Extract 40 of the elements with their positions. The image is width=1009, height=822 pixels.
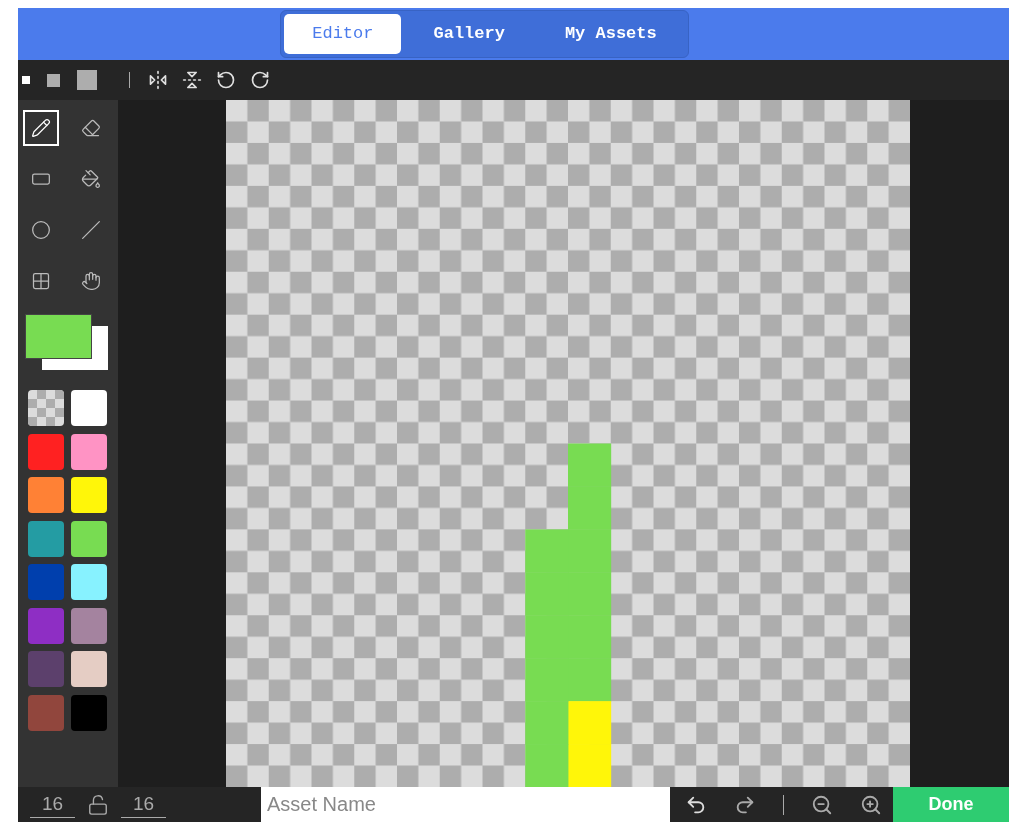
tool-button[interactable] [23, 110, 59, 146]
color-swatch[interactable] [28, 607, 64, 644]
circle-icon [31, 220, 51, 240]
color-swatch[interactable] [28, 651, 64, 687]
color-swatch[interactable] [28, 694, 64, 731]
tab[interactable]: Gallery [405, 14, 533, 54]
color-swatch[interactable] [71, 390, 107, 426]
background-color-swatch[interactable] [42, 326, 108, 370]
color-swatch[interactable] [28, 477, 64, 513]
eraser-icon [81, 118, 101, 138]
flip-horizontal-icon[interactable] [148, 70, 168, 90]
color-swatch[interactable] [71, 694, 107, 731]
foreground-color-swatch[interactable] [25, 314, 92, 359]
zoom-in-icon[interactable] [860, 793, 882, 816]
color-swatch[interactable] [28, 433, 64, 470]
color-swatch[interactable] [28, 564, 64, 600]
rotate-right-icon[interactable] [250, 70, 270, 90]
brush-size-button[interactable] [47, 73, 60, 87]
color-swatch[interactable] [28, 520, 64, 557]
paint-bucket-icon [81, 169, 101, 189]
color-swatch[interactable] [71, 433, 107, 470]
hand-icon [81, 271, 101, 291]
pencil-icon [31, 118, 51, 138]
color-swatch[interactable] [71, 607, 107, 644]
rotate-left-icon[interactable] [216, 70, 236, 90]
height-field[interactable]: 16 [121, 791, 166, 818]
zoom-out-icon[interactable] [811, 793, 833, 816]
tab[interactable]: My Assets [536, 14, 685, 54]
color-swatch[interactable] [71, 477, 107, 513]
line-icon [81, 220, 101, 240]
color-swatch[interactable] [71, 564, 107, 600]
asset-name-field[interactable]: Asset Name [261, 787, 670, 822]
grid-icon [31, 271, 51, 291]
tab[interactable]: Editor [284, 14, 402, 54]
color-swatch[interactable] [71, 651, 107, 687]
flip-vertical-icon[interactable] [182, 70, 202, 90]
lock-icon[interactable] [87, 793, 109, 816]
width-field[interactable]: 16 [30, 791, 75, 818]
transparent-swatch[interactable] [28, 390, 64, 426]
color-swatch[interactable] [71, 520, 107, 557]
